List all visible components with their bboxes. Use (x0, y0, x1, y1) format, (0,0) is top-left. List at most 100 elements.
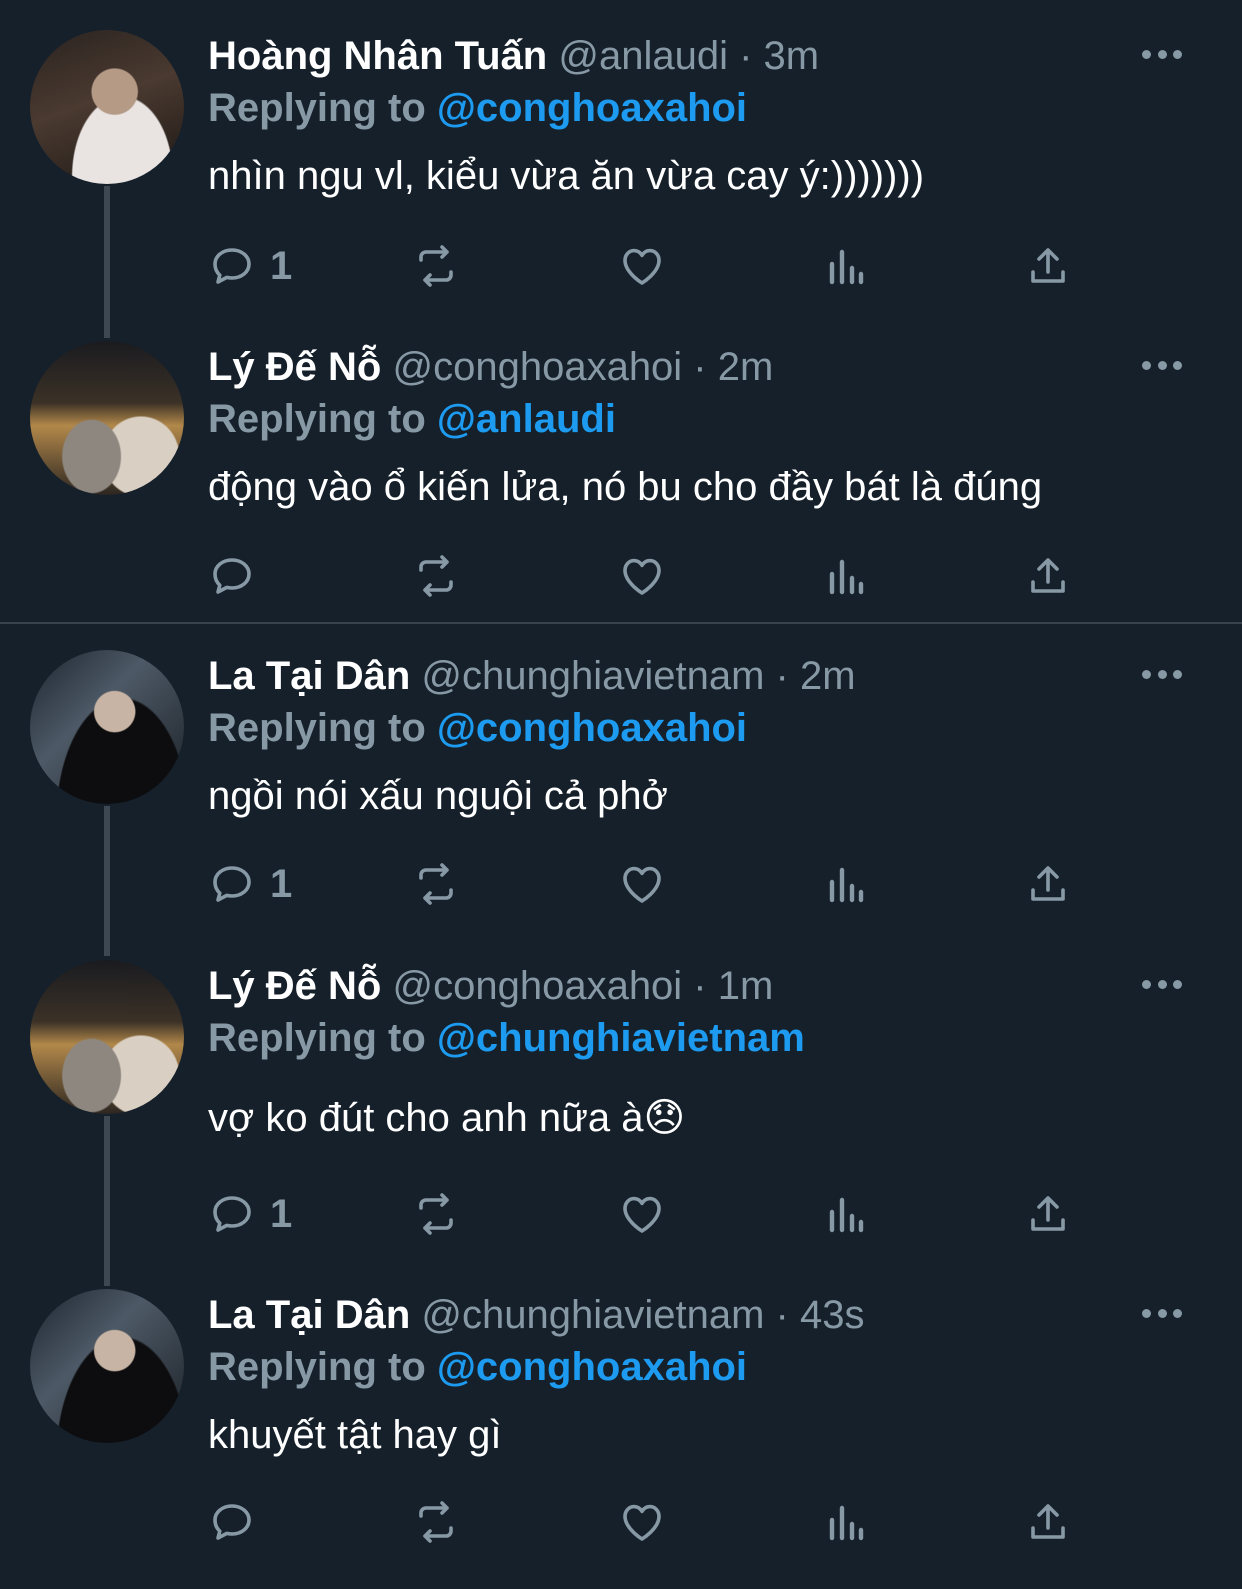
reply-button[interactable] (208, 1494, 270, 1550)
replying-label: Replying to (208, 397, 426, 441)
author-handle-time[interactable]: @anlaudi · 3m (558, 34, 819, 78)
author-name[interactable]: Lý Đế Nỗ (208, 964, 381, 1008)
author-name[interactable]: Lý Đế Nỗ (208, 345, 381, 389)
reply-button[interactable]: 1 (208, 238, 292, 294)
tweet-text: ngồi nói xấu nguội cả phở (208, 774, 668, 818)
tweet-header: La Tại Dân @chunghiavietnam · 43s (208, 1289, 1242, 1341)
reply-button[interactable]: 1 (208, 1186, 292, 1242)
tweet-text: nhìn ngu vl, kiểu vừa ăn vừa cay ý:)))))… (208, 154, 925, 198)
retweet-button[interactable] (412, 1494, 460, 1550)
reply-icon (213, 1196, 251, 1232)
conversation-divider (0, 622, 1242, 624)
reply-count: 1 (270, 1191, 293, 1236)
tweet-actions: 1 (208, 238, 1088, 294)
reply-count: 1 (270, 861, 293, 906)
like-button[interactable] (618, 548, 666, 604)
tweet-actions: 1 (208, 1186, 1088, 1242)
more-icon[interactable] (1142, 664, 1182, 684)
replying-label: Replying to (208, 1016, 426, 1060)
author-handle-time[interactable]: @conghoaxahoi · 1m (392, 964, 773, 1008)
retweet-button[interactable] (412, 856, 460, 912)
author-name[interactable]: La Tại Dân (208, 654, 410, 698)
retweet-icon (419, 245, 453, 287)
tweet-header: La Tại Dân @chunghiavietnam · 2m (208, 650, 1242, 702)
tweet-actions (208, 548, 1088, 604)
share-button[interactable] (1024, 1186, 1072, 1242)
like-button[interactable] (618, 856, 666, 912)
analytics-icon (829, 867, 864, 903)
author-handle-time[interactable]: @conghoaxahoi · 2m (392, 345, 773, 389)
reply-button[interactable]: 1 (208, 856, 292, 912)
reply-icon (213, 248, 251, 284)
reply-icon (213, 558, 251, 594)
replying-label: Replying to (208, 86, 426, 130)
replying-handle-link[interactable]: @anlaudi (437, 397, 616, 441)
tweet-text: vợ ko đút cho anh nữa à😞 (208, 1096, 686, 1140)
replying-label: Replying to (208, 706, 426, 750)
reply-button[interactable] (208, 548, 270, 604)
analytics-button[interactable] (822, 856, 870, 912)
share-button[interactable] (1024, 1494, 1072, 1550)
share-icon (1031, 1196, 1065, 1231)
more-icon[interactable] (1142, 1303, 1182, 1323)
author-name[interactable]: La Tại Dân (208, 1293, 410, 1337)
like-button[interactable] (618, 1494, 666, 1550)
more-icon[interactable] (1142, 355, 1182, 375)
analytics-button[interactable] (822, 1494, 870, 1550)
replying-label: Replying to (208, 1345, 426, 1389)
analytics-icon (829, 559, 864, 595)
tweet-actions: 1 (208, 856, 1088, 912)
like-icon (623, 558, 661, 595)
author-handle-time[interactable]: @chunghiavietnam · 2m (421, 654, 855, 698)
avatar[interactable] (30, 960, 184, 1114)
share-icon (1031, 1504, 1065, 1539)
tweet-header: Hoàng Nhân Tuấn @anlaudi · 3m (208, 30, 1242, 82)
replying-handle-link[interactable]: @chunghiavietnam (437, 1016, 805, 1060)
retweet-icon (419, 863, 453, 905)
retweet-button[interactable] (412, 1186, 460, 1242)
analytics-button[interactable] (822, 1186, 870, 1242)
replying-to: Replying to @conghoaxahoi (208, 82, 1242, 134)
replying-to: Replying to @conghoaxahoi (208, 702, 1242, 754)
like-icon (623, 1196, 661, 1233)
thread-line (104, 1116, 110, 1286)
share-icon (1031, 558, 1065, 593)
like-icon (623, 248, 661, 285)
replying-to: Replying to @chunghiavietnam (208, 1012, 1242, 1064)
more-icon[interactable] (1142, 974, 1182, 994)
replying-to: Replying to @conghoaxahoi (208, 1341, 1242, 1393)
reply-count: 1 (270, 243, 293, 288)
analytics-icon (829, 1505, 864, 1541)
analytics-button[interactable] (822, 548, 870, 604)
tweet-text: khuyết tật hay gì (208, 1413, 502, 1457)
retweet-button[interactable] (412, 548, 460, 604)
avatar[interactable] (30, 650, 184, 804)
share-icon (1031, 248, 1065, 283)
retweet-icon (419, 1193, 453, 1235)
more-icon[interactable] (1142, 44, 1182, 64)
replying-handle-link[interactable]: @conghoaxahoi (437, 706, 747, 750)
author-handle-time[interactable]: @chunghiavietnam · 43s (421, 1293, 864, 1337)
analytics-icon (829, 1197, 864, 1233)
like-button[interactable] (618, 238, 666, 294)
replying-handle-link[interactable]: @conghoaxahoi (437, 86, 747, 130)
thread-line (104, 186, 110, 338)
avatar[interactable] (30, 30, 184, 184)
retweet-icon (419, 555, 453, 597)
retweet-button[interactable] (412, 238, 460, 294)
like-button[interactable] (618, 1186, 666, 1242)
share-button[interactable] (1024, 856, 1072, 912)
share-button[interactable] (1024, 238, 1072, 294)
reply-icon (213, 866, 251, 902)
share-icon (1031, 866, 1065, 901)
thread-line (104, 806, 110, 956)
share-button[interactable] (1024, 548, 1072, 604)
avatar[interactable] (30, 341, 184, 495)
analytics-button[interactable] (822, 238, 870, 294)
author-name[interactable]: Hoàng Nhân Tuấn (208, 34, 547, 78)
avatar[interactable] (30, 1289, 184, 1443)
like-icon (623, 866, 661, 903)
reply-icon (213, 1504, 251, 1540)
retweet-icon (419, 1501, 453, 1543)
replying-handle-link[interactable]: @conghoaxahoi (437, 1345, 747, 1389)
